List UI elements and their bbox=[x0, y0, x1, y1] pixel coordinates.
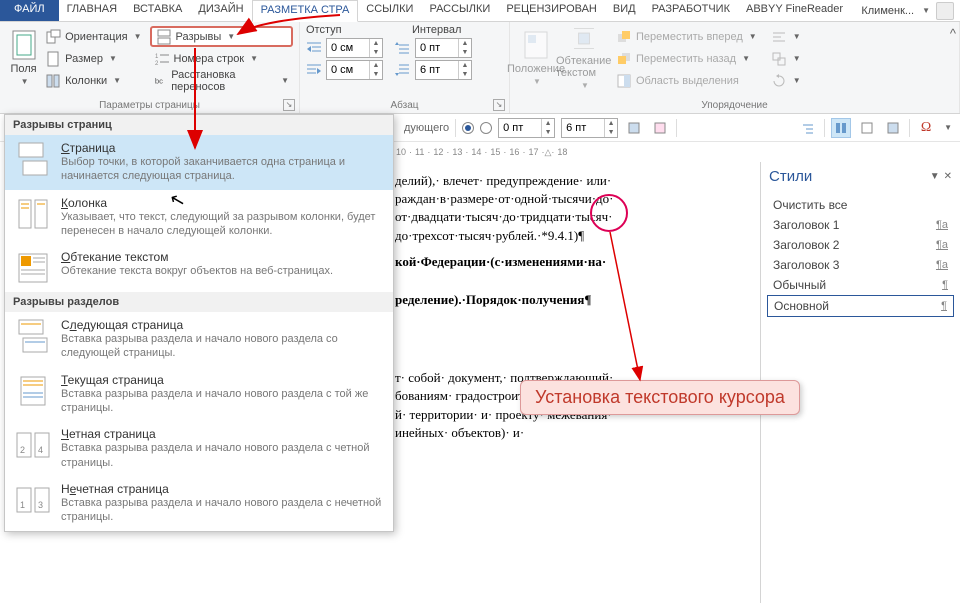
style-heading1[interactable]: Заголовок 1¶a bbox=[767, 215, 954, 235]
breaks-dropdown: Разрывы страниц СтраницаВыбор точки, в к… bbox=[4, 114, 394, 532]
styles-dropdown-icon[interactable]: ▼ bbox=[930, 171, 940, 182]
indent-right-spinner[interactable]: ▲▼ bbox=[326, 60, 383, 80]
spacing-before-icon bbox=[395, 40, 411, 56]
spacing-before-spinner[interactable]: ▲▼ bbox=[415, 38, 472, 58]
tab-references[interactable]: ССЫЛКИ bbox=[358, 0, 421, 21]
wrap-text-button[interactable]: Обтекание текстом▼ bbox=[556, 24, 612, 90]
dd-item-odd-page[interactable]: 13 Нечетная страницаВставка разрыва разд… bbox=[5, 476, 393, 531]
dd-item-page[interactable]: СтраницаВыбор точки, в которой заканчива… bbox=[5, 135, 393, 190]
sub-next-label: дующего bbox=[404, 122, 449, 134]
dd-item-text-wrapping[interactable]: Обтекание текстомОбтекание текста вокруг… bbox=[5, 244, 393, 292]
style-main[interactable]: Основной¶ bbox=[767, 295, 954, 317]
dd-item-continuous[interactable]: Текущая страницаВставка разрыва раздела … bbox=[5, 367, 393, 422]
sub-indent-icon[interactable] bbox=[798, 118, 818, 138]
group-button[interactable]: ▼ bbox=[767, 48, 805, 69]
spacing-label: Интервал bbox=[412, 24, 461, 36]
radio-2[interactable] bbox=[480, 122, 492, 134]
indent-left-icon bbox=[306, 40, 322, 56]
dd-item-next-page[interactable]: Следующая страницаВставка разрыва раздел… bbox=[5, 312, 393, 367]
svg-text:1: 1 bbox=[20, 500, 25, 510]
line-numbers-button[interactable]: 12 Номера строк▼ bbox=[150, 48, 294, 69]
sub-btn-b[interactable] bbox=[650, 118, 670, 138]
page-setup-launcher[interactable]: ↘ bbox=[283, 99, 295, 111]
sub-btn-a[interactable] bbox=[624, 118, 644, 138]
omega-icon[interactable]: Ω bbox=[916, 118, 936, 138]
ribbon: Поля▼ Ориентация▼ Размер▼ Колонки▼ bbox=[0, 22, 960, 114]
svg-text:2: 2 bbox=[155, 61, 159, 67]
svg-text:2: 2 bbox=[20, 445, 25, 455]
tab-file[interactable]: ФАЙЛ bbox=[0, 0, 59, 21]
style-heading3[interactable]: Заголовок 3¶a bbox=[767, 255, 954, 275]
dd-item-column[interactable]: КолонкаУказывает, что текст, следующий з… bbox=[5, 190, 393, 245]
dd-section-page-breaks: Разрывы страниц bbox=[5, 115, 393, 135]
style-normal[interactable]: Обычный¶ bbox=[767, 275, 954, 295]
paragraph-launcher[interactable]: ↘ bbox=[493, 99, 505, 111]
dd-section-section-breaks: Разрывы разделов bbox=[5, 292, 393, 312]
position-button[interactable]: Положение▼ bbox=[516, 24, 556, 90]
avatar[interactable] bbox=[936, 2, 954, 20]
user-name[interactable]: Клименк... bbox=[861, 5, 914, 17]
ribbon-collapse-icon[interactable]: ^ bbox=[950, 26, 956, 41]
rotate-button[interactable]: ▼ bbox=[767, 70, 805, 91]
ribbon-tabs: ФАЙЛ ГЛАВНАЯ ВСТАВКА ДИЗАЙН РАЗМЕТКА СТР… bbox=[0, 0, 960, 22]
send-backward-button[interactable]: Переместить назад▼ bbox=[612, 48, 761, 69]
align-button[interactable]: ▼ bbox=[767, 26, 805, 47]
indent-right-icon bbox=[306, 62, 322, 78]
indent-label: Отступ bbox=[306, 24, 342, 36]
page-setup-label: Параметры страницы bbox=[0, 100, 299, 111]
omega-dd[interactable]: ▼ bbox=[944, 123, 952, 132]
size-button[interactable]: Размер▼ bbox=[41, 48, 145, 69]
tab-view[interactable]: ВИД bbox=[605, 0, 644, 21]
tab-design[interactable]: ДИЗАЙН bbox=[190, 0, 251, 21]
tab-abbyy[interactable]: ABBYY FineReader bbox=[738, 0, 851, 21]
spacing-after-spinner[interactable]: ▲▼ bbox=[415, 60, 472, 80]
annotation-callout: Установка текстового курсора bbox=[520, 380, 800, 415]
svg-text:bc: bc bbox=[154, 76, 162, 85]
svg-text:3: 3 bbox=[38, 500, 43, 510]
radio-1[interactable] bbox=[462, 122, 474, 134]
svg-text:1: 1 bbox=[155, 54, 159, 60]
tab-review[interactable]: РЕЦЕНЗИРОВАН bbox=[498, 0, 605, 21]
sub-spin-1[interactable]: ▲▼ bbox=[498, 118, 555, 138]
arrange-label: Упорядочение bbox=[510, 100, 959, 111]
indent-left-spinner[interactable]: ▲▼ bbox=[326, 38, 383, 58]
margins-button[interactable]: Поля▼ bbox=[6, 24, 41, 90]
sub-spin-2[interactable]: ▲▼ bbox=[561, 118, 618, 138]
dd-item-even-page[interactable]: 24 Четная страницаВставка разрыва раздел… bbox=[5, 421, 393, 476]
view-btn-2[interactable] bbox=[857, 118, 877, 138]
style-heading2[interactable]: Заголовок 2¶a bbox=[767, 235, 954, 255]
selection-pane-button[interactable]: Область выделения bbox=[612, 70, 761, 91]
tab-mailings[interactable]: РАССЫЛКИ bbox=[421, 0, 498, 21]
tab-insert[interactable]: ВСТАВКА bbox=[125, 0, 190, 21]
user-dropdown-icon[interactable]: ▼ bbox=[922, 6, 930, 15]
tab-developer[interactable]: РАЗРАБОТЧИК bbox=[644, 0, 738, 21]
bring-forward-button[interactable]: Переместить вперед▼ bbox=[612, 26, 761, 47]
spacing-after-icon bbox=[395, 62, 411, 78]
styles-title: Стили bbox=[769, 168, 812, 185]
view-btn-1[interactable] bbox=[831, 118, 851, 138]
style-clear[interactable]: Очистить все bbox=[767, 195, 954, 215]
styles-close-icon[interactable]: ✕ bbox=[944, 171, 952, 182]
hyphenation-button[interactable]: bc Расстановка переносов▼ bbox=[150, 70, 294, 91]
columns-button[interactable]: Колонки▼ bbox=[41, 70, 145, 91]
view-btn-3[interactable] bbox=[883, 118, 903, 138]
orientation-button[interactable]: Ориентация▼ bbox=[41, 26, 145, 47]
paragraph-label: Абзац bbox=[300, 100, 509, 111]
svg-text:4: 4 bbox=[38, 445, 43, 455]
tab-home[interactable]: ГЛАВНАЯ bbox=[59, 0, 125, 21]
tab-page-layout[interactable]: РАЗМЕТКА СТРА bbox=[252, 0, 359, 22]
breaks-button[interactable]: Разрывы▼ bbox=[150, 26, 294, 47]
